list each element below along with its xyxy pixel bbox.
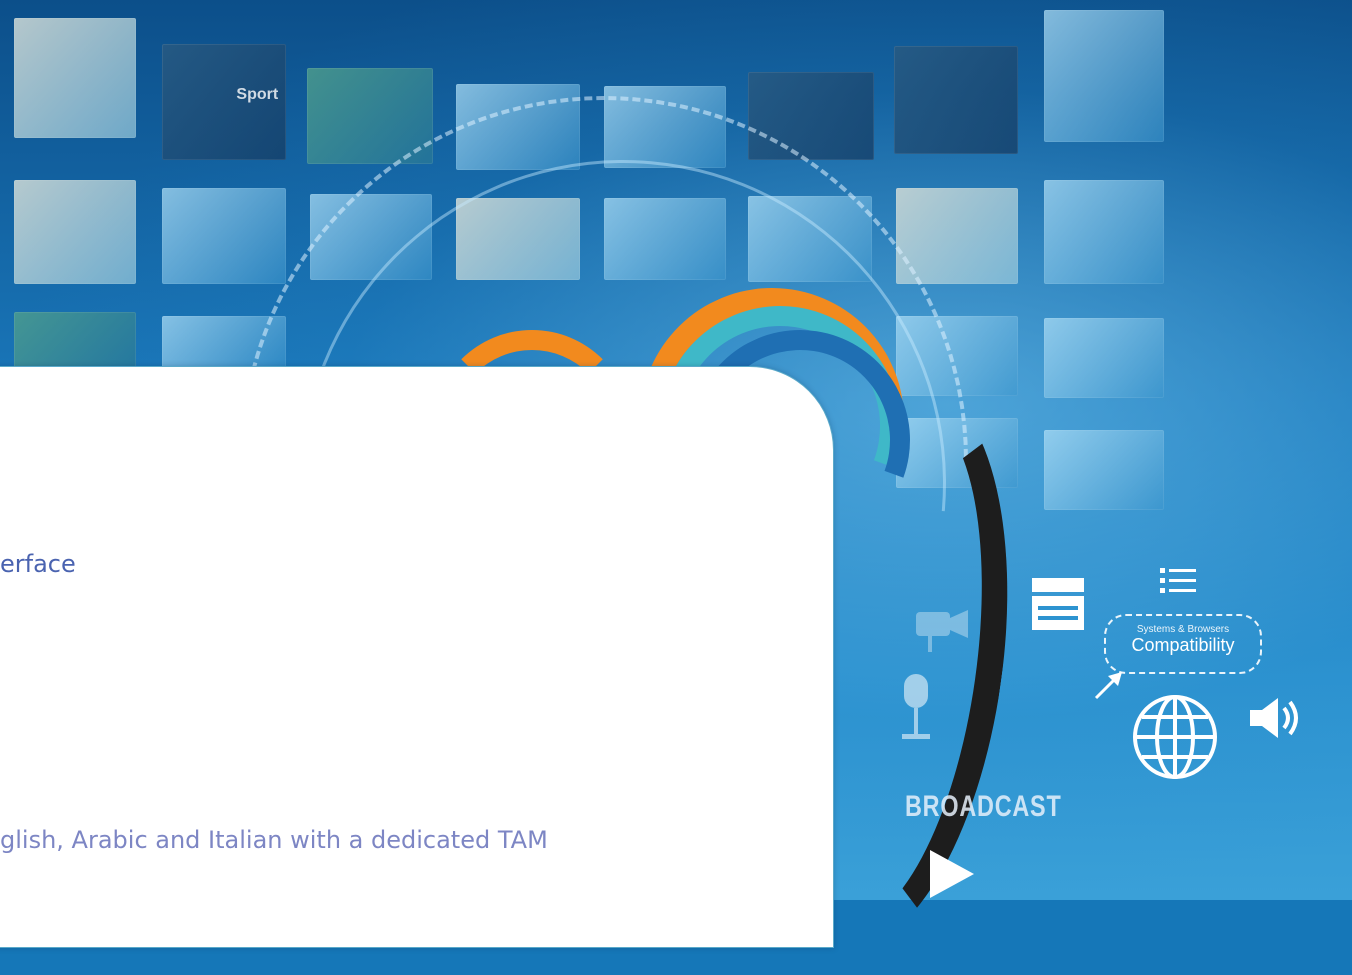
- media-tile: [14, 180, 136, 284]
- media-tile: [14, 18, 136, 138]
- broadcast-label: BROADCAST: [905, 790, 1062, 823]
- media-tile: [894, 46, 1018, 154]
- compatibility-badge: Systems & Browsers Compatibility: [1104, 614, 1262, 674]
- arrow-icon: [1092, 668, 1126, 706]
- tile-label: Sport: [236, 85, 279, 103]
- media-tile: [162, 188, 286, 284]
- media-tile: [1044, 430, 1164, 510]
- panel-heading: erface: [0, 550, 76, 578]
- clapperboard-icon: [1030, 576, 1086, 636]
- microphone-icon: [896, 672, 936, 748]
- media-tile-sport: Sport: [162, 44, 286, 160]
- list-icon: [1160, 566, 1196, 600]
- play-icon[interactable]: [928, 848, 976, 904]
- compatibility-title: Compatibility: [1131, 635, 1235, 655]
- camera-icon: [914, 604, 970, 658]
- content-panel: [0, 366, 834, 948]
- globe-icon: [1130, 692, 1220, 786]
- media-tile: [14, 312, 136, 372]
- compatibility-subtitle: Systems & Browsers: [1136, 624, 1230, 635]
- media-tile: [1044, 10, 1164, 142]
- panel-description: glish, Arabic and Italian with a dedicat…: [0, 826, 548, 854]
- media-tile: [1044, 318, 1164, 398]
- media-tile: [1044, 180, 1164, 284]
- speaker-icon: [1248, 696, 1304, 744]
